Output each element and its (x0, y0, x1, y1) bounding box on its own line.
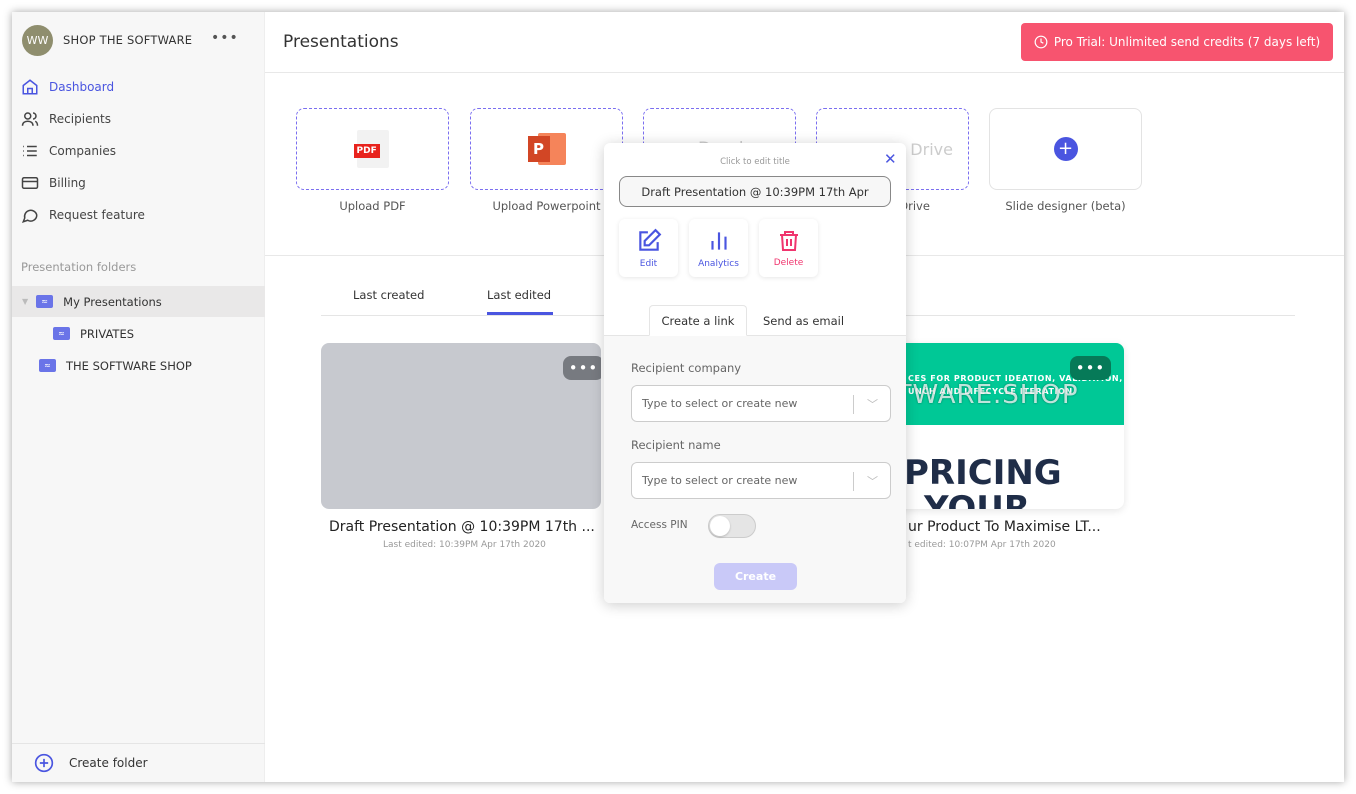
folder-label: PRIVATES (80, 326, 135, 341)
plus-circle-icon (34, 753, 54, 773)
upload-powerpoint-label: Upload Powerpoint (492, 199, 601, 213)
upload-pdf-button[interactable]: PDF (296, 108, 449, 190)
folder-label: THE SOFTWARE SHOP (66, 358, 192, 373)
close-icon[interactable]: ✕ (884, 150, 897, 168)
pro-trial-button[interactable]: Pro Trial: Unlimited send credits (7 day… (1021, 23, 1333, 61)
delete-label: Delete (773, 257, 804, 268)
page-title: Presentations (283, 32, 399, 52)
analytics-label: Analytics (698, 258, 739, 269)
sidebar-item-dashboard[interactable]: Dashboard (21, 73, 261, 101)
presentation-card-thumbnail[interactable]: ••• (321, 343, 601, 509)
card-meta: t edited: 10:07PM Apr 17th 2020 (908, 540, 1056, 550)
toggle-knob (710, 516, 730, 536)
nav-label: Dashboard (49, 80, 115, 94)
placeholder: Type to select or create new (642, 474, 798, 487)
nav-label: Recipients (49, 112, 112, 126)
caret-down-icon[interactable]: ▼ (22, 297, 28, 306)
trash-icon (779, 230, 798, 251)
recipient-name-label: Recipient name (631, 438, 721, 452)
folder-icon: ≈ (53, 327, 70, 340)
header-divider (265, 72, 1344, 73)
tab-create-link[interactable]: Create a link (649, 305, 747, 336)
folder-privates[interactable]: ≈ PRIVATES (12, 318, 265, 349)
credit-card-icon (21, 177, 39, 189)
more-menu-icon[interactable]: ••• (211, 30, 239, 46)
upload-powerpoint-button[interactable]: P (470, 108, 623, 190)
edit-button[interactable]: Edit (619, 219, 678, 277)
pdf-icon: PDF (353, 130, 389, 168)
folder-my-presentations[interactable]: ▼ ≈ My Presentations (12, 286, 265, 317)
card-title[interactable]: ur Product To Maximise LT... (908, 519, 1101, 535)
access-pin-label: Access PIN (631, 519, 688, 531)
analytics-button[interactable]: Analytics (689, 219, 748, 277)
create-folder-label: Create folder (69, 756, 148, 770)
recipient-name-select[interactable]: Type to select or create new ﹀ (631, 462, 891, 499)
sidebar-item-request-feature[interactable]: Request feature (21, 201, 261, 229)
nav-label: Billing (49, 176, 86, 190)
sidebar-item-billing[interactable]: Billing (21, 169, 261, 197)
chevron-down-icon: ﹀ (867, 398, 878, 411)
recipient-company-label: Recipient company (631, 361, 742, 375)
org-name[interactable]: SHOP THE SOFTWARE (63, 33, 192, 47)
list-icon (23, 145, 37, 157)
nav-label: Companies (49, 144, 116, 158)
bar-chart-icon (710, 231, 727, 250)
pro-trial-label: Pro Trial: Unlimited send credits (7 day… (1053, 35, 1321, 49)
clock-icon (1034, 35, 1048, 49)
slide-designer-button[interactable]: + (989, 108, 1142, 190)
folder-icon: ≈ (39, 359, 56, 372)
folder-icon: ≈ (36, 295, 54, 308)
app-window: WW SHOP THE SOFTWARE ••• Dashboard Recip… (12, 12, 1344, 782)
powerpoint-icon: P (527, 131, 566, 167)
sidebar: WW SHOP THE SOFTWARE ••• Dashboard Recip… (12, 12, 265, 782)
tab-last-created[interactable]: Last created (353, 288, 424, 302)
tab-last-edited[interactable]: Last edited (487, 288, 551, 302)
card-menu-icon[interactable]: ••• (563, 356, 601, 380)
access-pin-toggle[interactable] (708, 514, 756, 538)
tab-send-as-email[interactable]: Send as email (763, 314, 844, 328)
chevron-down-icon: ﹀ (867, 475, 878, 488)
edit-label: Edit (639, 258, 658, 269)
sidebar-item-companies[interactable]: Companies (21, 137, 261, 165)
delete-button[interactable]: Delete (759, 219, 818, 277)
create-folder-button[interactable]: Create folder (12, 743, 265, 782)
title-input[interactable]: Draft Presentation @ 10:39PM 17th Apr (619, 176, 891, 207)
card-title[interactable]: Draft Presentation @ 10:39PM 17th ... (329, 519, 595, 535)
users-icon (21, 112, 39, 126)
folders-heading: Presentation folders (21, 260, 137, 274)
placeholder: Type to select or create new (642, 397, 798, 410)
avatar[interactable]: WW (22, 25, 53, 56)
sidebar-item-recipients[interactable]: Recipients (21, 105, 261, 133)
card-meta: Last edited: 10:39PM Apr 17th 2020 (383, 540, 546, 550)
card-menu-icon[interactable]: ••• (1070, 356, 1111, 380)
folder-label: My Presentations (63, 294, 162, 309)
nav-label: Request feature (49, 208, 145, 222)
plus-icon: + (1053, 137, 1078, 161)
folder-the-software-shop[interactable]: ≈ THE SOFTWARE SHOP (12, 350, 265, 381)
recipient-company-select[interactable]: Type to select or create new ﹀ (631, 385, 891, 422)
presentation-options-popup: Click to edit title ✕ Draft Presentation… (604, 143, 906, 603)
thumb-heading: YOUR (924, 489, 1031, 509)
create-button[interactable]: Create (714, 563, 797, 590)
thumb-heading: PRICING (904, 453, 1062, 493)
edit-title-hint: Click to edit title (720, 157, 790, 167)
edit-icon (638, 228, 661, 251)
message-icon (21, 209, 38, 223)
home-icon (22, 79, 38, 95)
upload-pdf-label: Upload PDF (339, 199, 406, 213)
slide-designer-label: Slide designer (beta) (1005, 199, 1126, 213)
